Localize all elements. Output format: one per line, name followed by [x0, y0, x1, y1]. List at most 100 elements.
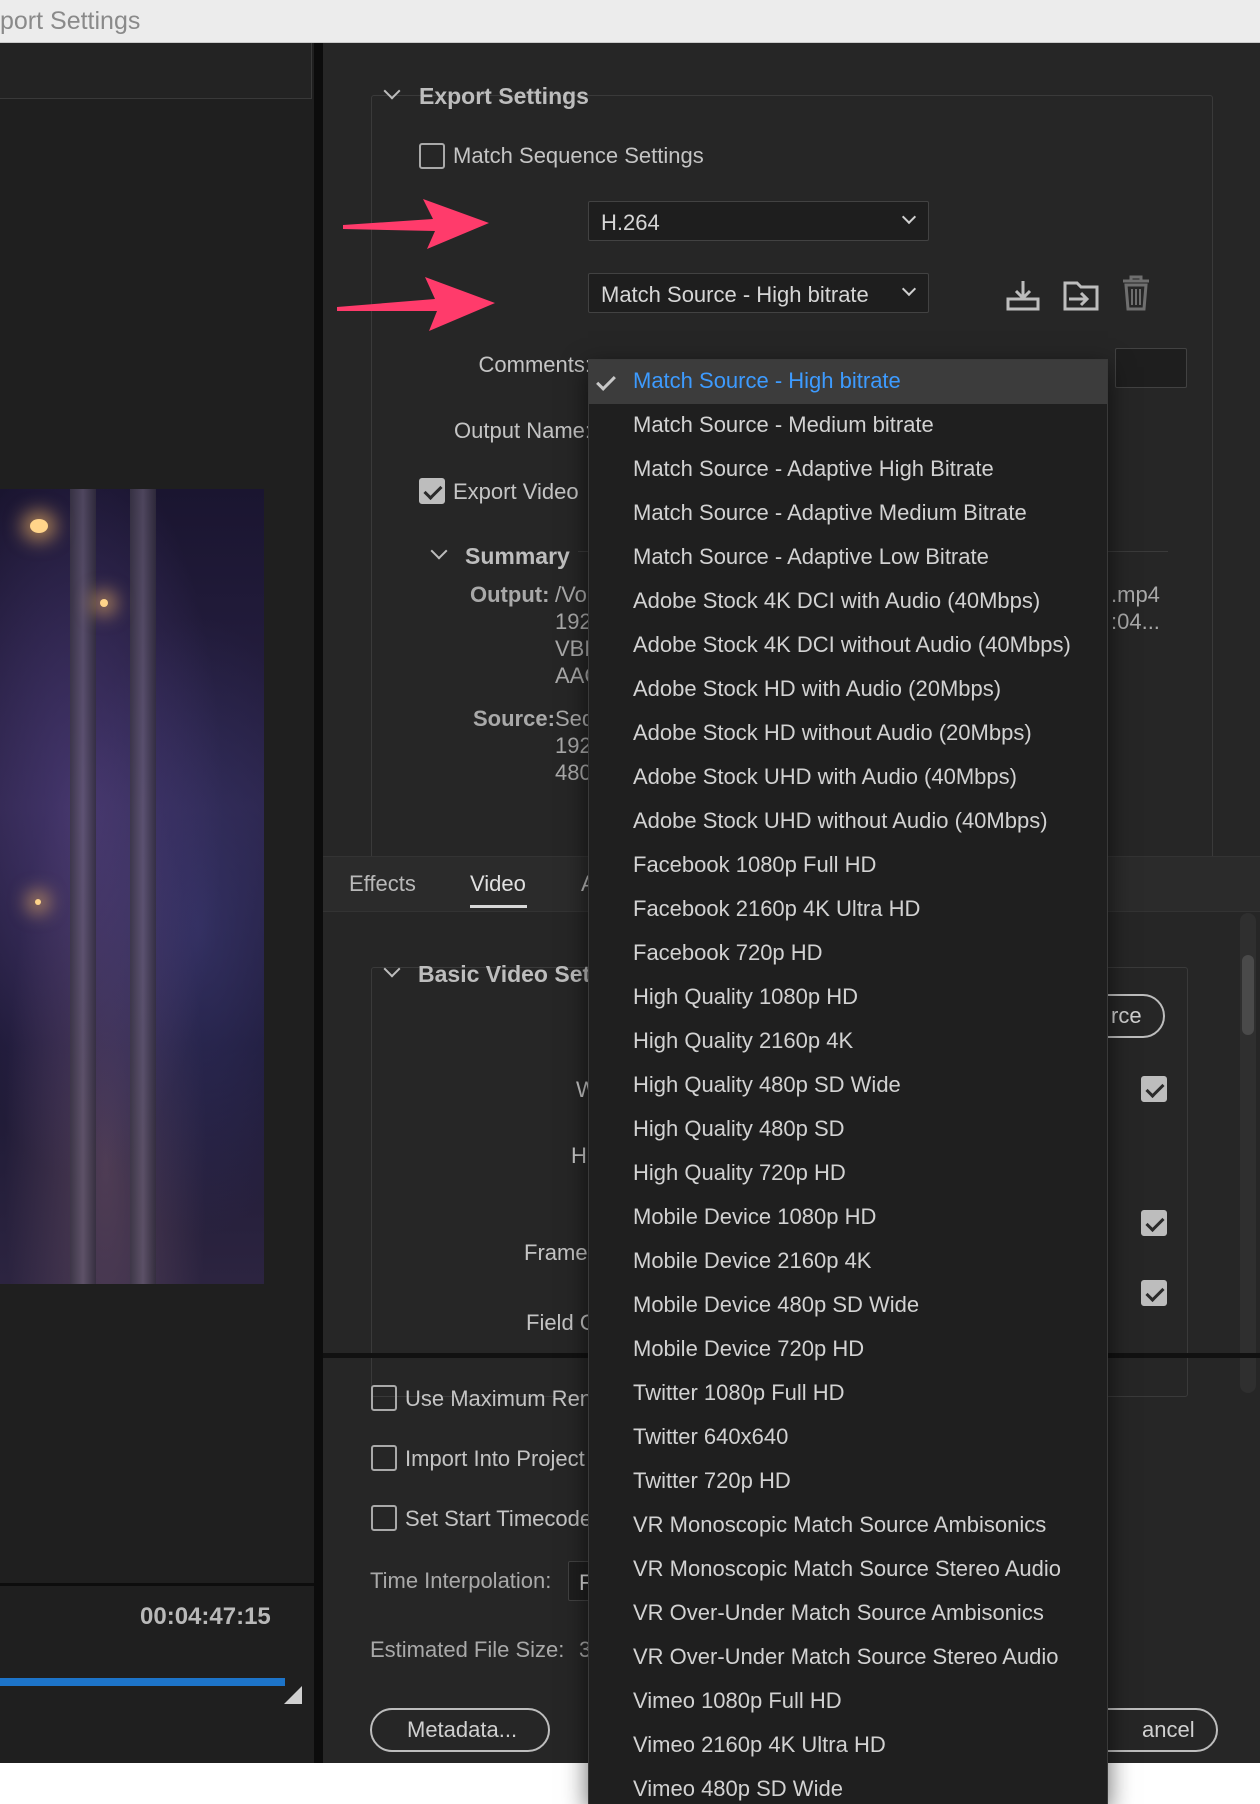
preset-menu-item[interactable]: Facebook 1080p Full HD	[589, 844, 1107, 888]
preset-menu-item[interactable]: High Quality 1080p HD	[589, 976, 1107, 1020]
preset-menu-item[interactable]: Match Source - Adaptive High Bitrate	[589, 448, 1107, 492]
preset-menu-item-label: Match Source - High bitrate	[633, 368, 901, 393]
preset-menu-item[interactable]: Vimeo 2160p 4K Ultra HD	[589, 1724, 1107, 1768]
export-video-checkbox[interactable]	[419, 478, 445, 504]
tab-effects[interactable]: Effects	[349, 871, 416, 897]
preset-menu-item[interactable]: Adobe Stock HD without Audio (20Mbps)	[589, 712, 1107, 756]
preset-menu-item-label: Twitter 720p HD	[633, 1468, 791, 1493]
window-title: port Settings	[0, 7, 141, 35]
summary-source-line: 192	[555, 733, 592, 758]
preset-menu-item-label: Mobile Device 480p SD Wide	[633, 1292, 920, 1317]
scrollbar-thumb[interactable]	[1242, 955, 1254, 1035]
preset-menu-item[interactable]: Mobile Device 480p SD Wide	[589, 1284, 1107, 1328]
basic-video-heading: Basic Video Setti	[418, 961, 605, 987]
match-sequence-checkbox[interactable]	[419, 143, 445, 169]
save-preset-icon[interactable]	[1006, 279, 1040, 311]
preset-menu-item[interactable]: Adobe Stock UHD without Audio (40Mbps)	[589, 800, 1107, 844]
settings-scrollbar[interactable]	[1240, 913, 1256, 1393]
preset-menu-item[interactable]: Mobile Device 1080p HD	[589, 1196, 1107, 1240]
timecode-display: 00:04:47:15	[140, 1603, 271, 1630]
preset-menu-item[interactable]: Twitter 640x640	[589, 1416, 1107, 1460]
preset-menu-item-label: Adobe Stock UHD without Audio (40Mbps)	[633, 808, 1048, 833]
format-select[interactable]: H.264	[588, 201, 929, 241]
out-point-handle[interactable]	[284, 1686, 302, 1704]
preset-menu-item-label: Mobile Device 1080p HD	[633, 1204, 877, 1229]
preset-menu-item-label: Match Source - Adaptive High Bitrate	[633, 456, 994, 481]
preset-menu-item-label: Adobe Stock HD with Audio (20Mbps)	[633, 676, 1002, 701]
tab-active-indicator	[470, 905, 527, 908]
preset-menu-item[interactable]: Facebook 720p HD	[589, 932, 1107, 976]
use-max-render-label: Use Maximum Ren	[405, 1386, 593, 1411]
preset-value: Match Source - High bitrate	[601, 282, 869, 307]
preset-menu-item[interactable]: Match Source - High bitrate	[589, 360, 1107, 404]
tab-video[interactable]: Video	[470, 871, 526, 897]
preset-menu-item-label: VR Monoscopic Match Source Stereo Audio	[633, 1556, 1062, 1581]
preset-menu-item-label: Vimeo 1080p Full HD	[633, 1688, 842, 1713]
summary-source-label: Source:	[473, 706, 555, 731]
preset-menu-item[interactable]: Mobile Device 2160p 4K	[589, 1240, 1107, 1284]
preset-menu-item[interactable]: Adobe Stock 4K DCI with Audio (40Mbps)	[589, 580, 1107, 624]
preset-menu-item-label: Facebook 1080p Full HD	[633, 852, 877, 877]
set-start-timecode-checkbox[interactable]	[371, 1505, 397, 1531]
match-sequence-label: Match Sequence Settings	[453, 143, 704, 168]
preset-menu-item[interactable]: Vimeo 480p SD Wide	[589, 1768, 1107, 1804]
field-order-match-checkbox[interactable]	[1141, 1280, 1167, 1306]
preset-menu-item[interactable]: Mobile Device 720p HD	[589, 1328, 1107, 1372]
preset-menu-item[interactable]: High Quality 480p SD	[589, 1108, 1107, 1152]
preset-menu-item-label: Adobe Stock 4K DCI with Audio (40Mbps)	[633, 588, 1041, 613]
estimated-file-size-label: Estimated File Size:	[370, 1637, 565, 1662]
trash-icon[interactable]	[1121, 275, 1151, 311]
preset-menu-item[interactable]: VR Monoscopic Match Source Ambisonics	[589, 1504, 1107, 1548]
preset-menu-item[interactable]: Twitter 720p HD	[589, 1460, 1107, 1504]
preset-menu-item-label: High Quality 720p HD	[633, 1160, 846, 1185]
use-max-render-checkbox[interactable]	[371, 1385, 397, 1411]
preset-menu-item[interactable]: Adobe Stock 4K DCI without Audio (40Mbps…	[589, 624, 1107, 668]
timeline-scrubber[interactable]	[0, 1678, 285, 1686]
preset-menu-item[interactable]: VR Over-Under Match Source Ambisonics	[589, 1592, 1107, 1636]
preset-menu-item[interactable]: Vimeo 1080p Full HD	[589, 1680, 1107, 1724]
set-start-timecode-label: Set Start Timecode	[405, 1506, 593, 1531]
cancel-button-label: ancel	[1142, 1717, 1195, 1742]
import-into-project-checkbox[interactable]	[371, 1445, 397, 1471]
frame-rate-match-checkbox[interactable]	[1141, 1210, 1167, 1236]
preset-menu-item-label: High Quality 480p SD	[633, 1116, 845, 1141]
title-bar: port Settings	[0, 0, 1260, 43]
preset-menu-item-label: Twitter 640x640	[633, 1424, 789, 1449]
comments-input[interactable]	[1115, 348, 1187, 388]
preset-menu-item[interactable]: Match Source - Adaptive Medium Bitrate	[589, 492, 1107, 536]
summary-output-extra: :04...	[1111, 609, 1160, 634]
preview-stage-pillar	[130, 489, 156, 1284]
preset-menu-item-label: Match Source - Adaptive Medium Bitrate	[633, 500, 1027, 525]
metadata-button-label: Metadata...	[407, 1717, 518, 1742]
preset-menu-item-label: VR Over-Under Match Source Stereo Audio	[633, 1644, 1059, 1669]
checkmark-icon	[596, 371, 616, 391]
field-order-label: Field C	[526, 1310, 596, 1335]
preset-menu-item[interactable]: Facebook 2160p 4K Ultra HD	[589, 888, 1107, 932]
preset-select[interactable]: Match Source - High bitrate	[588, 273, 929, 313]
preset-menu-item-label: High Quality 1080p HD	[633, 984, 859, 1009]
preset-menu-item[interactable]: Adobe Stock HD with Audio (20Mbps)	[589, 668, 1107, 712]
preset-menu-item-label: VR Monoscopic Match Source Ambisonics	[633, 1512, 1047, 1537]
preset-menu-item[interactable]: High Quality 2160p 4K	[589, 1020, 1107, 1064]
summary-heading: Summary	[465, 543, 570, 569]
preset-menu-item[interactable]: Match Source - Medium bitrate	[589, 404, 1107, 448]
summary-output-label: Output:	[470, 582, 550, 607]
preset-menu-item[interactable]: Match Source - Adaptive Low Bitrate	[589, 536, 1107, 580]
metadata-button[interactable]: Metadata...	[370, 1708, 550, 1752]
panel-divider[interactable]	[314, 43, 323, 1763]
preset-menu-item-label: High Quality 2160p 4K	[633, 1028, 854, 1053]
preset-menu-item[interactable]: Twitter 1080p Full HD	[589, 1372, 1107, 1416]
import-preset-icon[interactable]	[1063, 277, 1099, 311]
width-match-checkbox[interactable]	[1141, 1076, 1167, 1102]
format-value: H.264	[601, 210, 660, 235]
preset-menu-item[interactable]: High Quality 720p HD	[589, 1152, 1107, 1196]
preset-menu-item-label: High Quality 480p SD Wide	[633, 1072, 901, 1097]
preset-menu-item-label: Facebook 720p HD	[633, 940, 823, 965]
preset-menu-item[interactable]: Adobe Stock UHD with Audio (40Mbps)	[589, 756, 1107, 800]
summary-source-line: 480	[555, 760, 592, 785]
preset-menu-item[interactable]: High Quality 480p SD Wide	[589, 1064, 1107, 1108]
preset-menu-item[interactable]: VR Monoscopic Match Source Stereo Audio	[589, 1548, 1107, 1592]
preset-menu-item[interactable]: VR Over-Under Match Source Stereo Audio	[589, 1636, 1107, 1680]
preview-divider	[0, 1583, 314, 1586]
preset-dropdown-menu: Match Source - High bitrate Match Source …	[588, 359, 1108, 1804]
